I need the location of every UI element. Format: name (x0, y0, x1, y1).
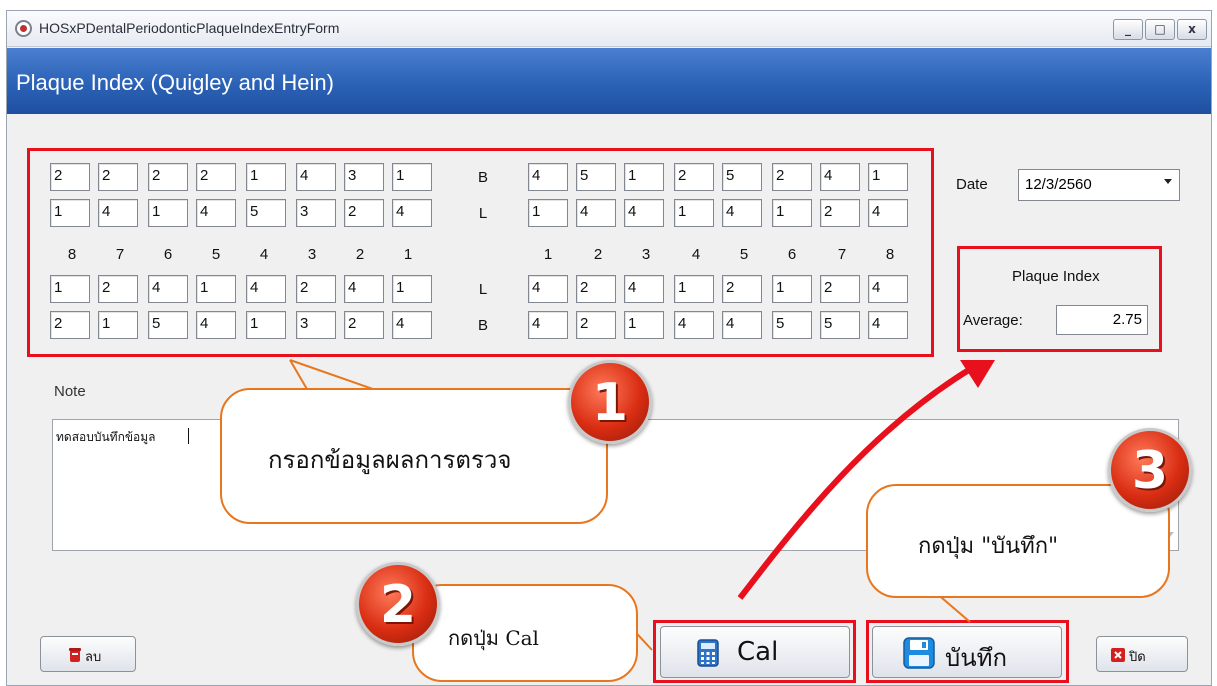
note-text: ทดสอบบันทึกข้อมูล (56, 430, 156, 444)
step3-number: 3 (1131, 441, 1169, 501)
callout-step2-text: กดปุ่ม Cal (448, 626, 539, 650)
callout-step2: กดปุ่ม Cal (412, 584, 638, 682)
close-window-button[interactable]: x (1177, 19, 1207, 40)
grid-highlight-box (27, 148, 934, 357)
window-title: HOSxPDentalPeriodonticPlaqueIndexEntryFo… (39, 20, 340, 36)
step1-number: 1 (591, 373, 629, 433)
cropped-top-strip (0, 0, 1217, 10)
note-label: Note (54, 383, 86, 400)
step1-badge: 1 (568, 360, 652, 444)
save-highlight-box (866, 620, 1069, 683)
callout-step1-text: กรอกข้อมูลผลการตรวจ (268, 446, 512, 474)
trash-icon (69, 648, 81, 662)
step3-badge: 3 (1108, 428, 1192, 512)
chevron-down-icon[interactable] (1164, 179, 1172, 184)
form-header: Plaque Index (Quigley and Hein) (7, 48, 1211, 114)
cal-highlight-box (653, 620, 856, 683)
text-caret (188, 428, 189, 444)
date-label: Date (956, 176, 988, 193)
maximize-button[interactable]: □ (1145, 19, 1175, 40)
form-title: Plaque Index (Quigley and Hein) (16, 70, 334, 95)
close-button-label: ปิด (1129, 650, 1146, 665)
step2-number: 2 (379, 575, 417, 635)
callout-step3-text: กดปุ่ม "บันทึก" (918, 534, 1059, 559)
callout-step1: กรอกข้อมูลผลการตรวจ (220, 388, 608, 524)
delete-button-label: ลบ (85, 650, 102, 665)
date-value: 12/3/2560 (1025, 176, 1092, 193)
date-picker[interactable]: 12/3/2560 (1018, 169, 1180, 201)
average-highlight-box (957, 246, 1162, 352)
close-button[interactable]: ปิด (1096, 636, 1188, 672)
step2-badge: 2 (356, 562, 440, 646)
close-x-icon (1111, 648, 1125, 662)
title-bar: HOSxPDentalPeriodonticPlaqueIndexEntryFo… (7, 11, 1211, 47)
minimize-button[interactable]: _ (1113, 19, 1143, 40)
delete-button[interactable]: ลบ (40, 636, 136, 672)
page: HOSxPDentalPeriodonticPlaqueIndexEntryFo… (0, 0, 1217, 686)
app-icon (15, 20, 32, 37)
